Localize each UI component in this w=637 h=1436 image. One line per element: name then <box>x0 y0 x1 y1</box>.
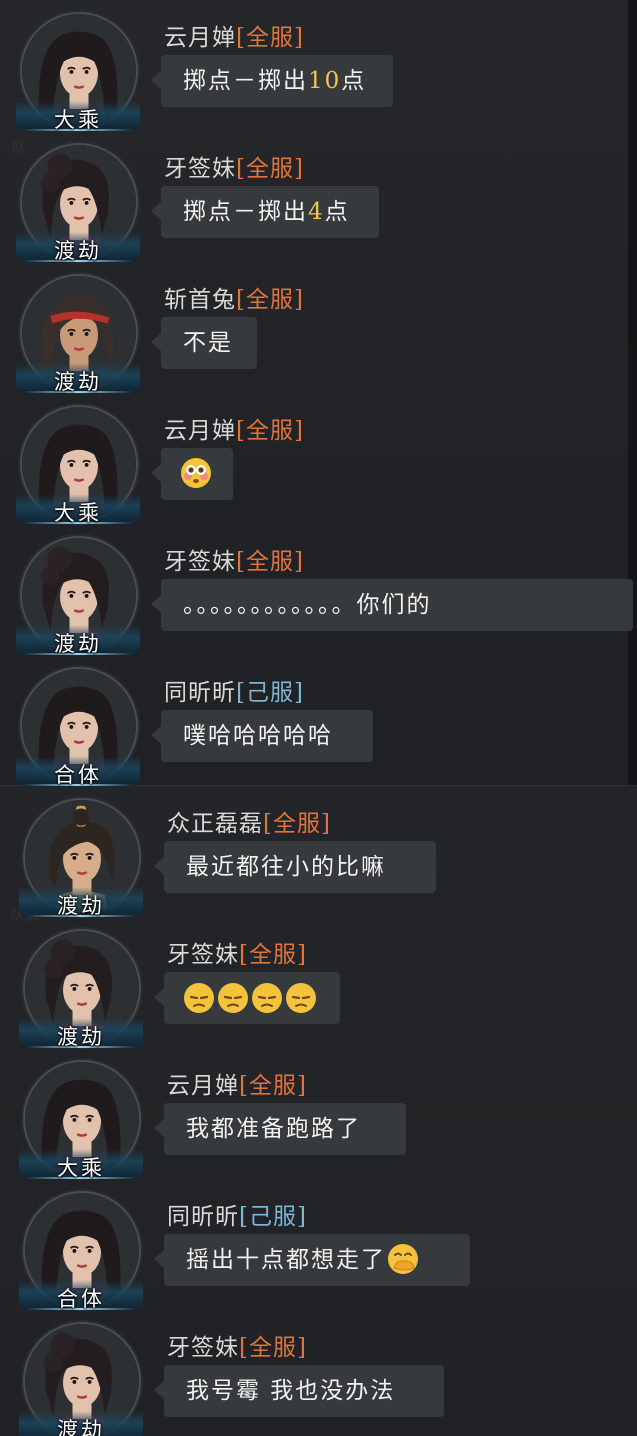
sender-line: 牙签妹[全服] <box>164 542 304 576</box>
sender-name[interactable]: 牙签妹 <box>164 549 236 575</box>
chat-window[interactable]: 队 队伍 大乘云月婵[全服]掷点－掷出10点渡劫牙签妹[全服]掷点－掷出4点渡劫… <box>0 0 637 1436</box>
rank-label: 渡劫 <box>57 1418 105 1436</box>
sweat-face-emoji <box>182 983 216 1013</box>
message-text: 摇出十点都想走了 <box>186 1247 386 1273</box>
sender-line: 云月婵[全服] <box>167 1066 307 1100</box>
sender-name[interactable]: 云月婵 <box>164 25 236 51</box>
message-text: 掷点－掷出 <box>183 68 308 94</box>
player-avatar[interactable]: 渡劫 <box>16 536 140 660</box>
chat-message: 渡劫 牙签妹[全服] <box>3 917 637 1049</box>
sweat-face-emoji <box>284 983 318 1013</box>
message-bubble[interactable]: 我号霉 我也没办法 <box>154 1365 444 1417</box>
sender-line: 牙签妹[全服] <box>167 935 307 969</box>
message-bubble[interactable]: 噗哈哈哈哈哈 <box>151 710 373 762</box>
server-tag: [全服] <box>236 287 304 313</box>
chat-message: 渡劫 众正磊磊[全服] 最近都往小的比嘛 <box>3 786 637 918</box>
sender-name[interactable]: 牙签妹 <box>164 156 236 182</box>
sender-name[interactable]: 斩首兔 <box>164 287 236 313</box>
sender-name[interactable]: 同昕昕 <box>164 680 236 706</box>
player-avatar[interactable]: 渡劫 <box>16 274 140 398</box>
sender-line: 云月婵[全服] <box>164 18 304 52</box>
rank-label: 渡劫 <box>54 632 102 656</box>
sender-name[interactable]: 众正磊磊 <box>167 811 263 837</box>
player-avatar[interactable]: 渡劫 <box>19 1322 143 1436</box>
chat-message: 合体 同昕昕[己服] 噗哈哈哈哈哈 <box>0 655 637 787</box>
message-bubble[interactable] <box>151 448 233 500</box>
chat-message: 渡劫 斩首兔[全服] 不是 <box>0 262 637 394</box>
server-tag: [全服] <box>236 25 304 51</box>
message-bubble[interactable] <box>154 972 340 1024</box>
server-tag: [全服] <box>239 1335 307 1361</box>
chat-message: 渡劫 牙签妹[全服] 掷点－掷出4点 <box>0 131 637 263</box>
message-text: 点 <box>324 199 350 225</box>
player-avatar[interactable]: 合体 <box>16 667 140 791</box>
message-text: 噗哈哈哈哈哈 <box>183 723 333 749</box>
sender-name[interactable]: 云月婵 <box>167 1073 239 1099</box>
server-tag: [全服] <box>239 942 307 968</box>
sender-line: 众正磊磊[全服] <box>167 804 331 838</box>
player-avatar[interactable]: 大乘 <box>19 1060 143 1184</box>
sender-name[interactable]: 云月婵 <box>164 418 236 444</box>
dice-result-number: 10 <box>308 68 342 94</box>
message-text: 。。。。。。。。。。。。你们的 <box>183 592 432 618</box>
message-text: 最近都往小的比嘛 <box>186 854 386 880</box>
message-bubble[interactable]: 掷点－掷出10点 <box>151 55 393 107</box>
server-tag: [全服] <box>236 549 304 575</box>
message-bubble[interactable]: 最近都往小的比嘛 <box>154 841 436 893</box>
player-avatar[interactable]: 大乘 <box>16 405 140 529</box>
player-avatar[interactable]: 渡劫 <box>19 798 143 922</box>
dice-result-number: 4 <box>308 199 325 225</box>
chat-message: 大乘 云月婵[全服] 我都准备跑路了 <box>3 1048 637 1180</box>
message-text: 我号霉 我也没办法 <box>186 1378 396 1404</box>
sender-line: 同昕昕[己服] <box>164 673 304 707</box>
rank-label: 大乘 <box>54 501 102 525</box>
message-text: 掷点－掷出 <box>183 199 308 225</box>
sender-name[interactable]: 牙签妹 <box>167 942 239 968</box>
server-tag: [全服] <box>236 156 304 182</box>
sender-line: 同昕昕[己服] <box>167 1197 307 1231</box>
server-tag: [全服] <box>236 418 304 444</box>
message-text: 点 <box>341 68 367 94</box>
player-avatar[interactable]: 渡劫 <box>19 929 143 1053</box>
sender-line: 斩首兔[全服] <box>164 280 304 314</box>
hand-over-mouth-emoji <box>386 1244 420 1274</box>
server-tag: [全服] <box>263 811 331 837</box>
rank-label: 渡劫 <box>57 894 105 918</box>
rank-label: 渡劫 <box>54 239 102 263</box>
flushed-face-emoji <box>179 458 213 488</box>
rank-label: 合体 <box>54 763 102 787</box>
rank-label: 合体 <box>57 1287 105 1311</box>
chat-message: 渡劫 牙签妹[全服] 。。。。。。。。。。。。你们的 <box>0 524 637 656</box>
message-bubble[interactable]: 我都准备跑路了 <box>154 1103 406 1155</box>
sender-line: 云月婵[全服] <box>164 411 304 445</box>
player-avatar[interactable]: 合体 <box>19 1191 143 1315</box>
player-avatar[interactable]: 大乘 <box>16 12 140 136</box>
chat-message: 大乘 云月婵[全服] 掷点－掷出10点 <box>0 0 637 132</box>
rank-label: 大乘 <box>57 1156 105 1180</box>
sender-line: 牙签妹[全服] <box>167 1328 307 1362</box>
rank-label: 渡劫 <box>57 1025 105 1049</box>
message-bubble[interactable]: 掷点－掷出4点 <box>151 186 379 238</box>
player-avatar[interactable]: 渡劫 <box>16 143 140 267</box>
sender-name[interactable]: 同昕昕 <box>167 1204 239 1230</box>
sender-line: 牙签妹[全服] <box>164 149 304 183</box>
rank-label: 渡劫 <box>54 370 102 394</box>
message-text: 我都准备跑路了 <box>186 1116 361 1142</box>
message-text: 不是 <box>183 330 233 356</box>
server-tag: [己服] <box>236 680 304 706</box>
message-bubble[interactable]: 不是 <box>151 317 257 369</box>
sender-name[interactable]: 牙签妹 <box>167 1335 239 1361</box>
chat-message: 渡劫 牙签妹[全服] 我号霉 我也没办法 <box>3 1310 637 1436</box>
chat-message: 合体 同昕昕[己服] 摇出十点都想走了 <box>3 1179 637 1311</box>
server-tag: [己服] <box>239 1204 307 1230</box>
rank-label: 大乘 <box>54 108 102 132</box>
message-bubble[interactable]: 。。。。。。。。。。。。你们的 <box>151 579 633 631</box>
chat-message: 大乘 云月婵[全服] <box>0 393 637 525</box>
message-bubble[interactable]: 摇出十点都想走了 <box>154 1234 470 1286</box>
sweat-face-emoji <box>250 983 284 1013</box>
server-tag: [全服] <box>239 1073 307 1099</box>
sweat-face-emoji <box>216 983 250 1013</box>
